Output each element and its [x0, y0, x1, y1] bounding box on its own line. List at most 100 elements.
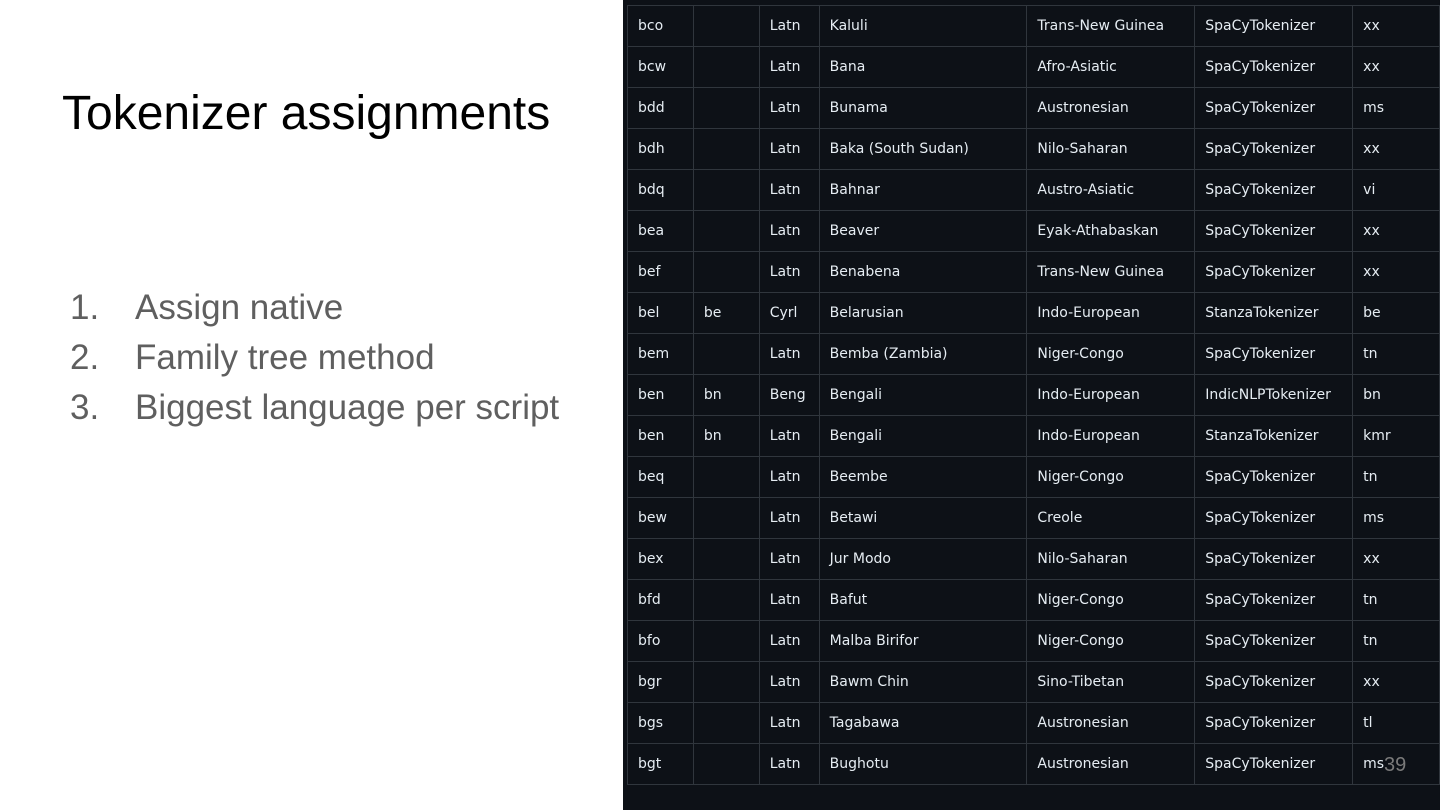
- language-name-cell: Bemba (Zambia): [818, 333, 1028, 375]
- tokenizer-cell: StanzaTokenizer: [1194, 415, 1354, 457]
- script-cell: Latn: [758, 46, 820, 88]
- table-row: bew Latn Betawi Creole SpaCyTokenizer ms: [627, 497, 1440, 539]
- script-cell: Latn: [758, 87, 820, 129]
- language-code-cell: bew: [627, 497, 694, 539]
- table-row: bdq Latn Bahnar Austro-Asiatic SpaCyTokenize…: [627, 169, 1440, 211]
- page-number: 39: [1384, 754, 1407, 776]
- language-name-cell: Bengali: [818, 374, 1028, 416]
- fallback-language-cell: be: [1352, 292, 1440, 334]
- language-family-cell: Indo-European: [1026, 292, 1196, 334]
- iso639-1-cell: [692, 210, 760, 252]
- fallback-language-cell: tn: [1352, 620, 1440, 662]
- language-code-cell: bdd: [627, 87, 694, 129]
- language-name-cell: Bughotu: [818, 743, 1028, 785]
- language-code-cell: bgr: [627, 661, 694, 703]
- table-screenshot-panel: bco Latn Kaluli Trans-New Guinea SpaCyTokeni…: [623, 0, 1440, 810]
- fallback-language-cell: xx: [1352, 128, 1440, 170]
- tokenizer-cell: SpaCyTokenizer: [1194, 456, 1354, 498]
- iso639-1-cell: [692, 5, 760, 47]
- list-item: 2. Family tree method: [70, 334, 559, 384]
- table-row: bgr Latn Bawm Chin Sino-Tibetan SpaCyTokeniz…: [627, 661, 1440, 703]
- table-row: bfo Latn Malba Birifor Niger-Congo SpaCyToke…: [627, 620, 1440, 662]
- language-code-cell: bfd: [627, 579, 694, 621]
- iso639-1-cell: [692, 251, 760, 293]
- iso639-1-cell: [692, 661, 760, 703]
- iso639-1-cell: [692, 743, 760, 785]
- tokenizer-cell: SpaCyTokenizer: [1194, 128, 1354, 170]
- table-row: bco Latn Kaluli Trans-New Guinea SpaCyTokeni…: [627, 5, 1440, 47]
- step-number: 3.: [70, 388, 100, 427]
- step-number: 2.: [70, 338, 100, 377]
- language-code-cell: ben: [627, 374, 694, 416]
- iso639-1-cell: bn: [692, 374, 760, 416]
- steps-list: 1. Assign native 2. Family tree method 3…: [70, 284, 559, 434]
- tokenizer-cell: SpaCyTokenizer: [1194, 743, 1354, 785]
- language-name-cell: Baka (South Sudan): [818, 128, 1028, 170]
- language-name-cell: Bunama: [818, 87, 1028, 129]
- script-cell: Latn: [758, 538, 820, 580]
- language-family-cell: Creole: [1026, 497, 1196, 539]
- language-name-cell: Malba Birifor: [818, 620, 1028, 662]
- fallback-language-cell: xx: [1352, 538, 1440, 580]
- list-item: 1. Assign native: [70, 284, 559, 334]
- language-family-cell: Trans-New Guinea: [1026, 5, 1196, 47]
- table-row: bgt Latn Bughotu Austronesian SpaCyTokenizer…: [627, 743, 1440, 785]
- language-family-cell: Indo-European: [1026, 415, 1196, 457]
- fallback-language-cell: tl: [1352, 702, 1440, 744]
- language-code-cell: ben: [627, 415, 694, 457]
- script-cell: Latn: [758, 661, 820, 703]
- iso639-1-cell: [692, 620, 760, 662]
- tokenizer-cell: SpaCyTokenizer: [1194, 210, 1354, 252]
- script-cell: Latn: [758, 251, 820, 293]
- script-cell: Latn: [758, 456, 820, 498]
- iso639-1-cell: [692, 579, 760, 621]
- table-row: bfd Latn Bafut Niger-Congo SpaCyTokenizer tn: [627, 579, 1440, 621]
- tokenizer-cell: SpaCyTokenizer: [1194, 87, 1354, 129]
- iso639-1-cell: bn: [692, 415, 760, 457]
- language-family-cell: Niger-Congo: [1026, 333, 1196, 375]
- tokenizer-cell: SpaCyTokenizer: [1194, 46, 1354, 88]
- language-family-cell: Nilo-Saharan: [1026, 538, 1196, 580]
- language-name-cell: Beembe: [818, 456, 1028, 498]
- language-family-cell: Sino-Tibetan: [1026, 661, 1196, 703]
- language-family-cell: Afro-Asiatic: [1026, 46, 1196, 88]
- list-item: 3. Biggest language per script: [70, 384, 559, 434]
- script-cell: Latn: [758, 128, 820, 170]
- script-cell: Latn: [758, 620, 820, 662]
- language-name-cell: Tagabawa: [818, 702, 1028, 744]
- iso639-1-cell: [692, 87, 760, 129]
- script-cell: Latn: [758, 169, 820, 211]
- fallback-language-cell: xx: [1352, 661, 1440, 703]
- script-cell: Latn: [758, 497, 820, 539]
- script-cell: Beng: [758, 374, 820, 416]
- tokenizer-cell: SpaCyTokenizer: [1194, 702, 1354, 744]
- tokenizer-cell: SpaCyTokenizer: [1194, 497, 1354, 539]
- iso639-1-cell: [692, 169, 760, 211]
- language-family-cell: Austro-Asiatic: [1026, 169, 1196, 211]
- fallback-language-cell: ms: [1352, 497, 1440, 539]
- language-family-cell: Trans-New Guinea: [1026, 251, 1196, 293]
- language-name-cell: Bengali: [818, 415, 1028, 457]
- iso639-1-cell: [692, 128, 760, 170]
- language-name-cell: Bawm Chin: [818, 661, 1028, 703]
- language-code-cell: bgt: [627, 743, 694, 785]
- language-name-cell: Betawi: [818, 497, 1028, 539]
- tokenizer-cell: SpaCyTokenizer: [1194, 333, 1354, 375]
- script-cell: Latn: [758, 5, 820, 47]
- language-code-cell: bgs: [627, 702, 694, 744]
- language-family-cell: Niger-Congo: [1026, 620, 1196, 662]
- step-text: Assign native: [135, 288, 344, 327]
- fallback-language-cell: tn: [1352, 333, 1440, 375]
- iso639-1-cell: [692, 702, 760, 744]
- language-name-cell: Beaver: [818, 210, 1028, 252]
- language-name-cell: Kaluli: [818, 5, 1028, 47]
- step-text: Family tree method: [135, 338, 435, 377]
- script-cell: Latn: [758, 579, 820, 621]
- language-name-cell: Benabena: [818, 251, 1028, 293]
- table-row: bem Latn Bemba (Zambia) Niger-Congo SpaCyTok…: [627, 333, 1440, 375]
- step-number: 1.: [70, 288, 100, 327]
- language-code-cell: bcw: [627, 46, 694, 88]
- language-name-cell: Bahnar: [818, 169, 1028, 211]
- language-code-cell: bex: [627, 538, 694, 580]
- language-family-cell: Indo-European: [1026, 374, 1196, 416]
